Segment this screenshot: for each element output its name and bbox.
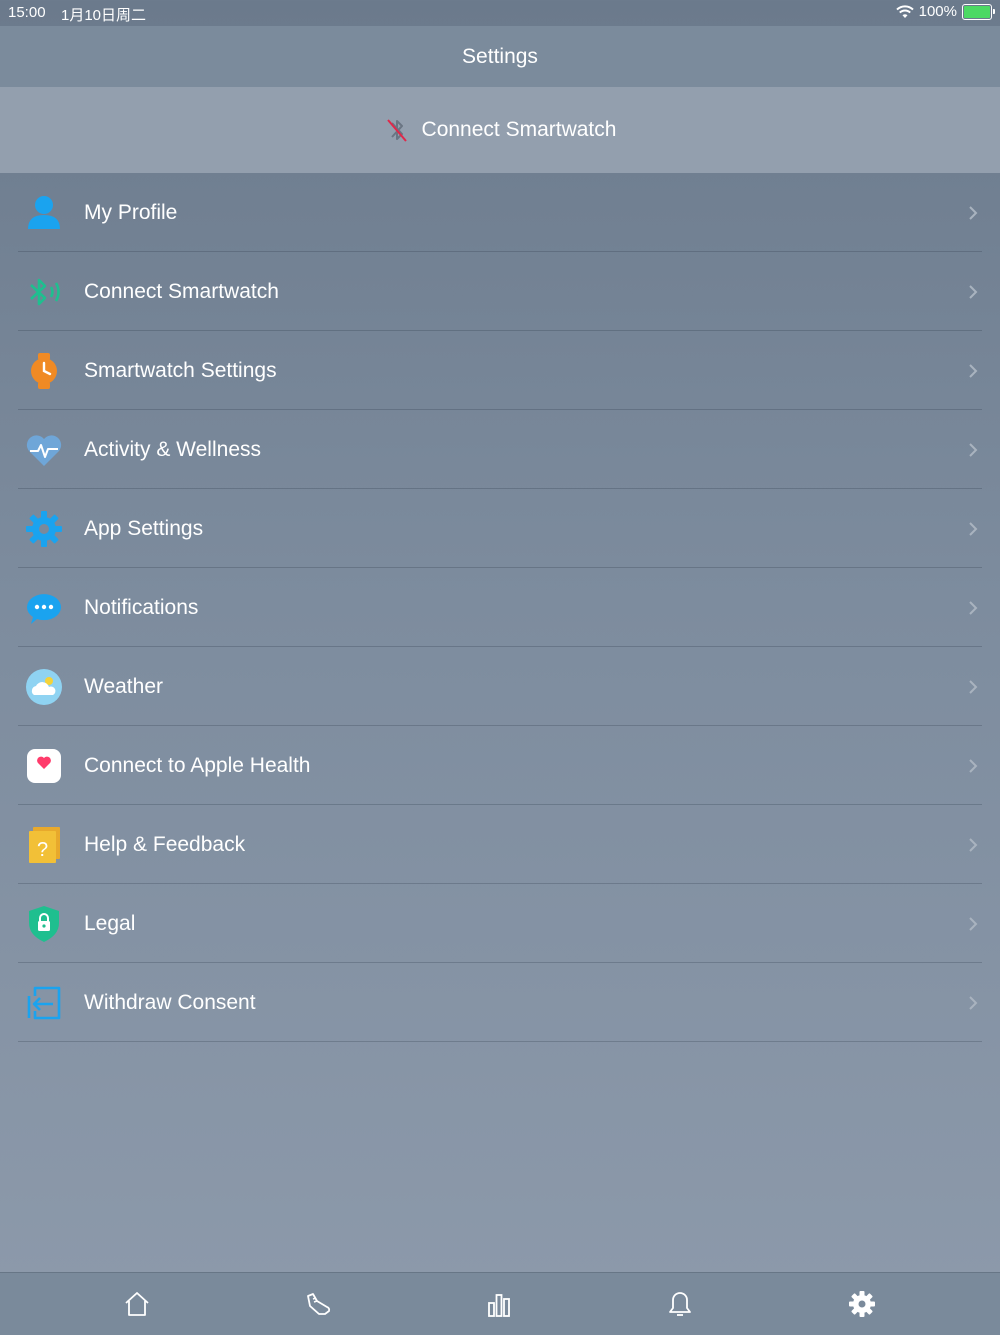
menu-item-my-profile[interactable]: My Profile xyxy=(0,173,1000,252)
lock-shield-icon xyxy=(29,906,59,942)
page-title: Settings xyxy=(462,44,538,68)
menu-item-weather[interactable]: Weather xyxy=(0,647,1000,726)
status-time: 15:00 xyxy=(8,4,46,21)
menu-item-label: Activity & Wellness xyxy=(84,437,261,461)
connect-smartwatch-banner[interactable]: Connect Smartwatch xyxy=(0,87,1000,173)
wifi-icon xyxy=(895,4,914,18)
weather-icon xyxy=(26,669,62,705)
menu-item-label: Connect to Apple Health xyxy=(84,753,311,777)
watch-icon xyxy=(31,353,57,389)
menu-item-app-settings[interactable]: App Settings xyxy=(0,489,1000,568)
menu-item-label: Connect Smartwatch xyxy=(84,279,279,303)
chevron-right-icon xyxy=(969,364,978,378)
profile-icon xyxy=(28,196,60,229)
stats-icon[interactable] xyxy=(484,1289,514,1319)
bluetooth-disabled-icon xyxy=(386,119,407,142)
shoe-icon[interactable] xyxy=(303,1289,333,1319)
chevron-right-icon xyxy=(969,443,978,457)
gear-icon xyxy=(26,511,62,547)
bell-icon[interactable] xyxy=(665,1289,695,1319)
menu-item-label: Smartwatch Settings xyxy=(84,358,277,382)
settings-menu: My Profile Connect Smartwatch Smartwatch… xyxy=(0,173,1000,1042)
chevron-right-icon xyxy=(969,206,978,220)
chevron-right-icon xyxy=(969,522,978,536)
menu-item-label: Help & Feedback xyxy=(84,832,246,856)
status-indicators: 100% xyxy=(895,3,995,20)
status-date: 1月10日周二 xyxy=(61,7,147,24)
menu-item-legal[interactable]: Legal xyxy=(0,884,1000,963)
svg-text:?: ? xyxy=(37,839,48,861)
chevron-right-icon xyxy=(969,838,978,852)
chat-bubble-icon xyxy=(26,594,61,624)
status-bar: 15:00 1月10日周二 100% xyxy=(0,0,1000,26)
chevron-right-icon xyxy=(969,601,978,615)
menu-item-label: Weather xyxy=(84,674,163,698)
heart-pulse-icon xyxy=(26,435,62,466)
menu-item-help-feedback[interactable]: ? Help & Feedback xyxy=(0,805,1000,884)
menu-item-label: App Settings xyxy=(84,516,204,540)
battery-percent: 100% xyxy=(918,3,957,20)
chevron-right-icon xyxy=(969,917,978,931)
withdraw-icon xyxy=(27,986,61,1020)
menu-item-label: Notifications xyxy=(84,595,199,619)
menu-item-label: Withdraw Consent xyxy=(84,990,256,1014)
menu-item-connect-smartwatch[interactable]: Connect Smartwatch xyxy=(0,252,1000,331)
help-icon: ? xyxy=(29,827,60,863)
menu-item-smartwatch-settings[interactable]: Smartwatch Settings xyxy=(0,331,1000,410)
banner-label: Connect Smartwatch xyxy=(421,118,617,141)
home-icon[interactable] xyxy=(122,1289,152,1319)
menu-item-apple-health[interactable]: Connect to Apple Health xyxy=(0,726,1000,805)
menu-item-notifications[interactable]: Notifications xyxy=(0,568,1000,647)
navigation-bar: Settings xyxy=(0,26,1000,87)
chevron-right-icon xyxy=(969,285,978,299)
bluetooth-icon xyxy=(30,278,60,306)
menu-item-label: My Profile xyxy=(84,200,178,224)
menu-item-label: Legal xyxy=(84,911,136,935)
chevron-right-icon xyxy=(969,680,978,694)
battery-icon xyxy=(962,3,995,20)
chevron-right-icon xyxy=(969,996,978,1010)
settings-gear-icon[interactable] xyxy=(847,1289,877,1319)
menu-item-activity-wellness[interactable]: Activity & Wellness xyxy=(0,410,1000,489)
apple-health-icon xyxy=(27,749,61,783)
chevron-right-icon xyxy=(969,759,978,773)
menu-item-withdraw-consent[interactable]: Withdraw Consent xyxy=(0,963,1000,1042)
tab-bar xyxy=(0,1272,1000,1335)
